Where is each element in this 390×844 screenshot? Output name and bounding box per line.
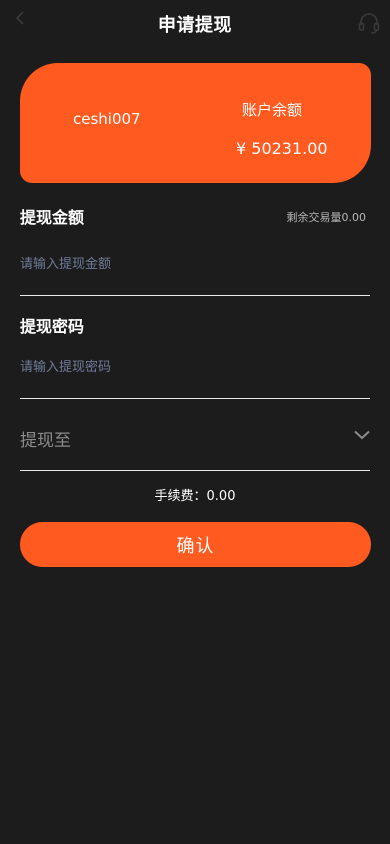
- headset-icon: [358, 13, 380, 34]
- remaining-volume: 剩余交易量0.00: [286, 211, 367, 224]
- withdraw-to-label: 提现至: [20, 431, 71, 451]
- page-title: 申请提现: [158, 15, 232, 36]
- username: ceshi007: [73, 110, 141, 128]
- amount-label: 提现金额: [20, 208, 85, 227]
- withdraw-to-select[interactable]: 提现至: [20, 420, 372, 456]
- divider: [20, 398, 370, 399]
- balance-value: ¥ 50231.00: [236, 139, 328, 158]
- password-label: 提现密码: [20, 317, 85, 336]
- divider: [20, 470, 370, 471]
- amount-input[interactable]: [20, 254, 370, 274]
- chevron-down-icon: [354, 430, 370, 440]
- divider: [20, 295, 370, 296]
- balance-card: ceshi007 账户余额 ¥ 50231.00: [20, 63, 371, 183]
- balance-label: 账户余额: [242, 101, 303, 119]
- customer-service-button[interactable]: [356, 10, 382, 36]
- password-input[interactable]: [20, 357, 370, 377]
- confirm-button[interactable]: 确认: [20, 522, 371, 567]
- fee-text: 手续费：0.00: [154, 489, 236, 504]
- header: 申请提现: [0, 0, 390, 46]
